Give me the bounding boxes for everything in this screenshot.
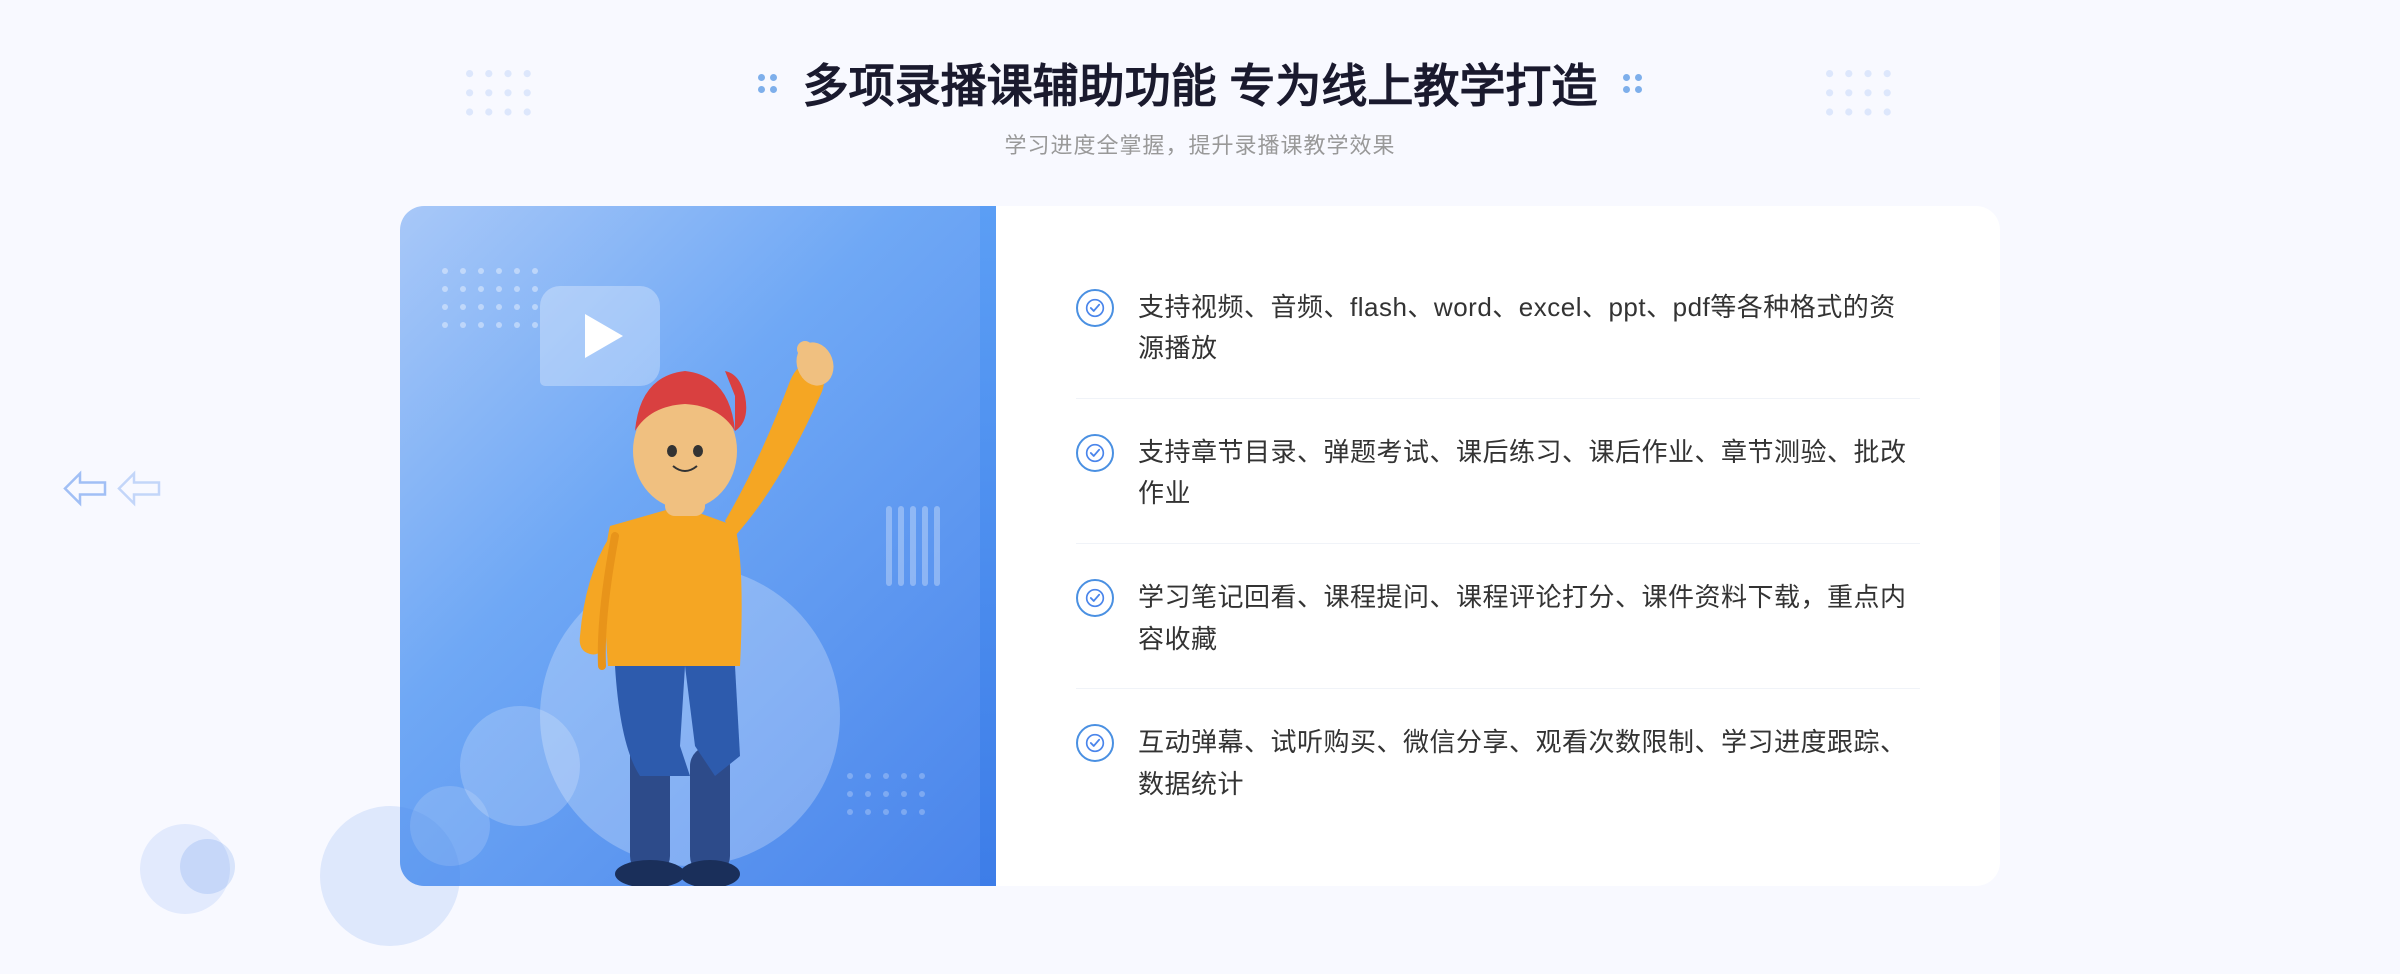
header-section: 多项录播课辅助功能 专为线上教学打造 学习进度全掌握，提升录播课教学效果	[748, 50, 1653, 160]
feature-item-1: 支持视频、音频、flash、word、excel、ppt、pdf等各种格式的资源…	[1076, 259, 1920, 399]
content-area: 支持视频、音频、flash、word、excel、ppt、pdf等各种格式的资源…	[400, 206, 2000, 886]
title-dots-right	[1623, 74, 1642, 93]
feature-text-4: 互动弹幕、试听购买、微信分享、观看次数限制、学习进度跟踪、数据统计	[1138, 722, 1920, 805]
check-icon-2	[1076, 434, 1114, 472]
bottom-circle-2	[180, 839, 235, 894]
feature-text-2: 支持章节目录、弹题考试、课后练习、课后作业、章节测验、批改作业	[1138, 432, 1920, 515]
illus-dots-bottom	[840, 766, 950, 846]
illustration-panel	[400, 206, 980, 886]
dots-decoration-left	[460, 40, 580, 160]
left-side-arrows	[60, 461, 164, 514]
page-container: 多项录播课辅助功能 专为线上教学打造 学习进度全掌握，提升录播课教学效果	[0, 0, 2400, 974]
outer-circle-deco	[320, 806, 460, 946]
feature-text-1: 支持视频、音频、flash、word、excel、ppt、pdf等各种格式的资源…	[1138, 287, 1920, 370]
check-icon-1	[1076, 289, 1114, 327]
title-dots-left	[758, 74, 777, 93]
features-panel: 支持视频、音频、flash、word、excel、ppt、pdf等各种格式的资源…	[996, 206, 2000, 886]
check-icon-4	[1076, 724, 1114, 762]
illustration-figure	[440, 266, 900, 886]
center-divider-bar	[980, 206, 996, 886]
feature-item-2: 支持章节目录、弹题考试、课后练习、课后作业、章节测验、批改作业	[1076, 404, 1920, 544]
feature-item-4: 互动弹幕、试听购买、微信分享、观看次数限制、学习进度跟踪、数据统计	[1076, 694, 1920, 833]
check-icon-3	[1076, 579, 1114, 617]
subtitle-text: 学习进度全掌握，提升录播课教学效果	[748, 128, 1653, 160]
feature-item-3: 学习笔记回看、课程提问、课程评论打分、课件资料下载，重点内容收藏	[1076, 549, 1920, 689]
dots-decoration-right	[1820, 40, 1940, 160]
main-title: 多项录播课辅助功能 专为线上教学打造	[748, 50, 1653, 116]
feature-text-3: 学习笔记回看、课程提问、课程评论打分、课件资料下载，重点内容收藏	[1138, 577, 1920, 660]
main-title-text: 多项录播课辅助功能 专为线上教学打造	[803, 50, 1598, 116]
